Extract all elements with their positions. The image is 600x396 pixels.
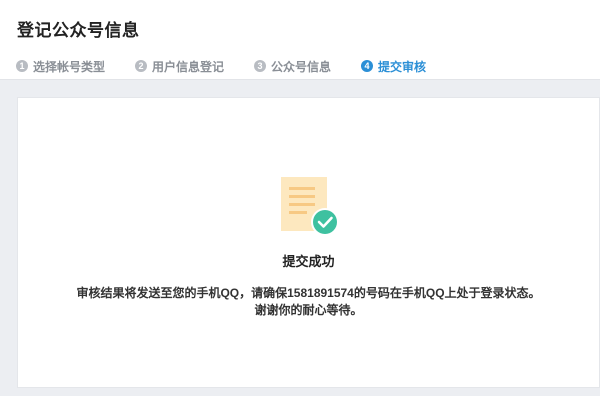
step-2: 2 用户信息登记 — [135, 58, 224, 75]
header-bar: 登记公众号信息 1 选择帐号类型 2 用户信息登记 3 公众号信息 4 提交审核 — [0, 0, 600, 80]
result-message: 审核结果将发送至您的手机QQ，请确保1581891574的号码在手机QQ上处于登… — [76, 286, 541, 300]
step-label: 用户信息登记 — [152, 59, 225, 74]
step-1: 1 选择帐号类型 — [16, 58, 105, 75]
step-4: 4 提交审核 — [361, 58, 426, 75]
result-card: 提交成功 审核结果将发送至您的手机QQ，请确保1581891574的号码在手机Q… — [17, 97, 600, 388]
step-number-icon: 2 — [135, 60, 148, 72]
result-message-thanks: 谢谢你的耐心等待。 — [254, 303, 363, 317]
step-number-icon: 1 — [16, 60, 28, 72]
step-3: 3 公众号信息 — [254, 58, 331, 75]
step-label: 提交审核 — [378, 59, 427, 74]
result-title: 提交成功 — [282, 254, 335, 269]
step-label: 选择帐号类型 — [33, 59, 106, 74]
step-number-icon: 3 — [254, 60, 267, 72]
step-label: 公众号信息 — [271, 59, 332, 74]
document-check-icon — [281, 177, 339, 236]
step-number-icon: 4 — [361, 60, 374, 72]
page-title: 登记公众号信息 — [17, 21, 140, 40]
step-indicator: 1 选择帐号类型 2 用户信息登记 3 公众号信息 4 提交审核 — [16, 58, 456, 74]
